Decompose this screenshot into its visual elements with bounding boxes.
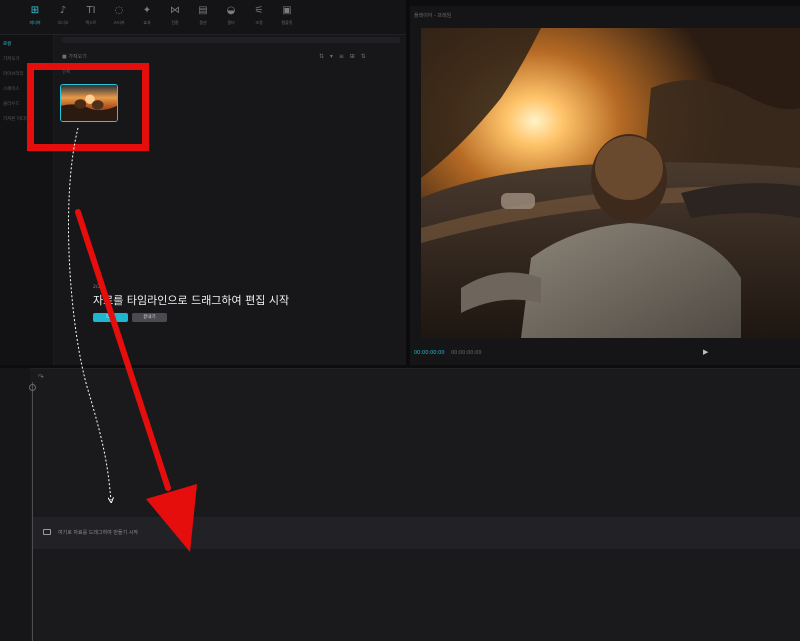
timeline-playhead[interactable] — [32, 382, 33, 641]
player-current-time: 00:00:00:00 — [414, 350, 445, 356]
player-video-preview — [421, 28, 800, 338]
toolbar-tab-caption[interactable]: ▤ 캡션 — [190, 4, 216, 30]
media-view-controls[interactable]: ⇅ ▾ ≡ ⊞ ⇅ — [319, 53, 368, 60]
toolbar-tab-template[interactable]: ▣ 템플릿 — [274, 4, 300, 30]
sidebar-item[interactable]: 스페이스 — [3, 84, 20, 96]
toolbar-tab-label: 스티커 — [113, 20, 125, 25]
toolbar-tab-media[interactable]: ⊞ 미디어 — [22, 4, 48, 30]
play-button[interactable]: ▶ — [703, 348, 708, 356]
media-search-bar[interactable] — [62, 37, 400, 43]
toolbar-tab-label: 미디어 — [29, 20, 41, 25]
toolbar-tab-label: 효과 — [143, 20, 151, 25]
top-toolbar: ⊞ 미디어 ♪ 오디오 TI 텍스트 ◌ 스티커 ✦ 효과 ⋈ 전환 ▤ 캡션 ◒ 필터 ⚟ 조정 ▣ 템플릿 — [0, 0, 406, 34]
toolbar-tab-label: 전환 — [171, 20, 179, 25]
sidebar-item[interactable]: 로컬 — [3, 39, 11, 51]
effects-icon: ✦ — [142, 5, 152, 16]
toolbar-tab-label: 캡션 — [199, 20, 207, 25]
tutorial-close-button[interactable]: 끝내기 — [132, 313, 167, 322]
tutorial-hint-text: 자료를 타임라인으로 드래그하여 편집 시작 — [93, 294, 290, 307]
media-icon: ⊞ — [30, 5, 40, 16]
toolbar-tab-effects[interactable]: ✦ 효과 — [134, 4, 160, 30]
timeline-drop-hint: 여기로 자료를 드래그하여 만들기 시작 — [58, 530, 138, 536]
toolbar-tab-label: 조정 — [255, 20, 263, 25]
toolbar-tab-label: 오디오 — [57, 20, 69, 25]
transition-icon: ⋈ — [170, 5, 180, 16]
sticker-icon: ◌ — [114, 5, 124, 16]
toolbar-tab-text[interactable]: TI 텍스트 — [78, 4, 104, 30]
video-frame-image — [421, 28, 800, 338]
media-section-header: ■ 가져오기 — [62, 54, 87, 60]
sidebar-item[interactable]: 라이브러리 — [3, 69, 24, 81]
filter-icon: ◒ — [226, 5, 236, 16]
film-icon — [43, 529, 51, 535]
tutorial-next-button[interactable]: 다음 — [93, 313, 128, 322]
timeline-main-track[interactable] — [33, 517, 800, 549]
audio-icon: ♪ — [59, 5, 67, 16]
playhead-handle[interactable] — [29, 384, 36, 391]
highlight-box — [27, 63, 149, 151]
template-icon: ▣ — [282, 5, 292, 16]
tutorial-step-indicator: 2/3 — [93, 285, 101, 290]
adjust-icon: ⚟ — [254, 5, 264, 16]
caption-icon: ▤ — [198, 5, 208, 16]
toolbar-tab-adjust[interactable]: ⚟ 조정 — [246, 4, 272, 30]
player-panel: 플레이어 - 프레임 00:00:00:00 00:00:00:00 ▶ — [410, 6, 800, 365]
player-total-time: 00:00:00:00 — [451, 350, 482, 356]
toolbar-tab-label: 텍스트 — [85, 20, 97, 25]
toolbar-tab-audio[interactable]: ♪ 오디오 — [50, 4, 76, 30]
sidebar-item[interactable]: 가져온 미디어 — [3, 114, 29, 126]
toolbar-tab-label: 필터 — [227, 20, 235, 25]
timeline-panel: ↶ ▾ ↷ — [0, 368, 800, 641]
timeline-track-headers — [0, 368, 30, 641]
text-icon: TI — [86, 5, 96, 16]
sidebar-item[interactable]: 가져오기 — [3, 54, 20, 66]
toolbar-tab-label: 템플릿 — [281, 20, 293, 25]
sidebar-item[interactable]: 클라우드 — [3, 99, 20, 111]
toolbar-tab-transition[interactable]: ⋈ 전환 — [162, 4, 188, 30]
toolbar-tab-filter[interactable]: ◒ 필터 — [218, 4, 244, 30]
toolbar-tab-sticker[interactable]: ◌ 스티커 — [106, 4, 132, 30]
player-title: 플레이어 - 프레임 — [414, 13, 452, 19]
